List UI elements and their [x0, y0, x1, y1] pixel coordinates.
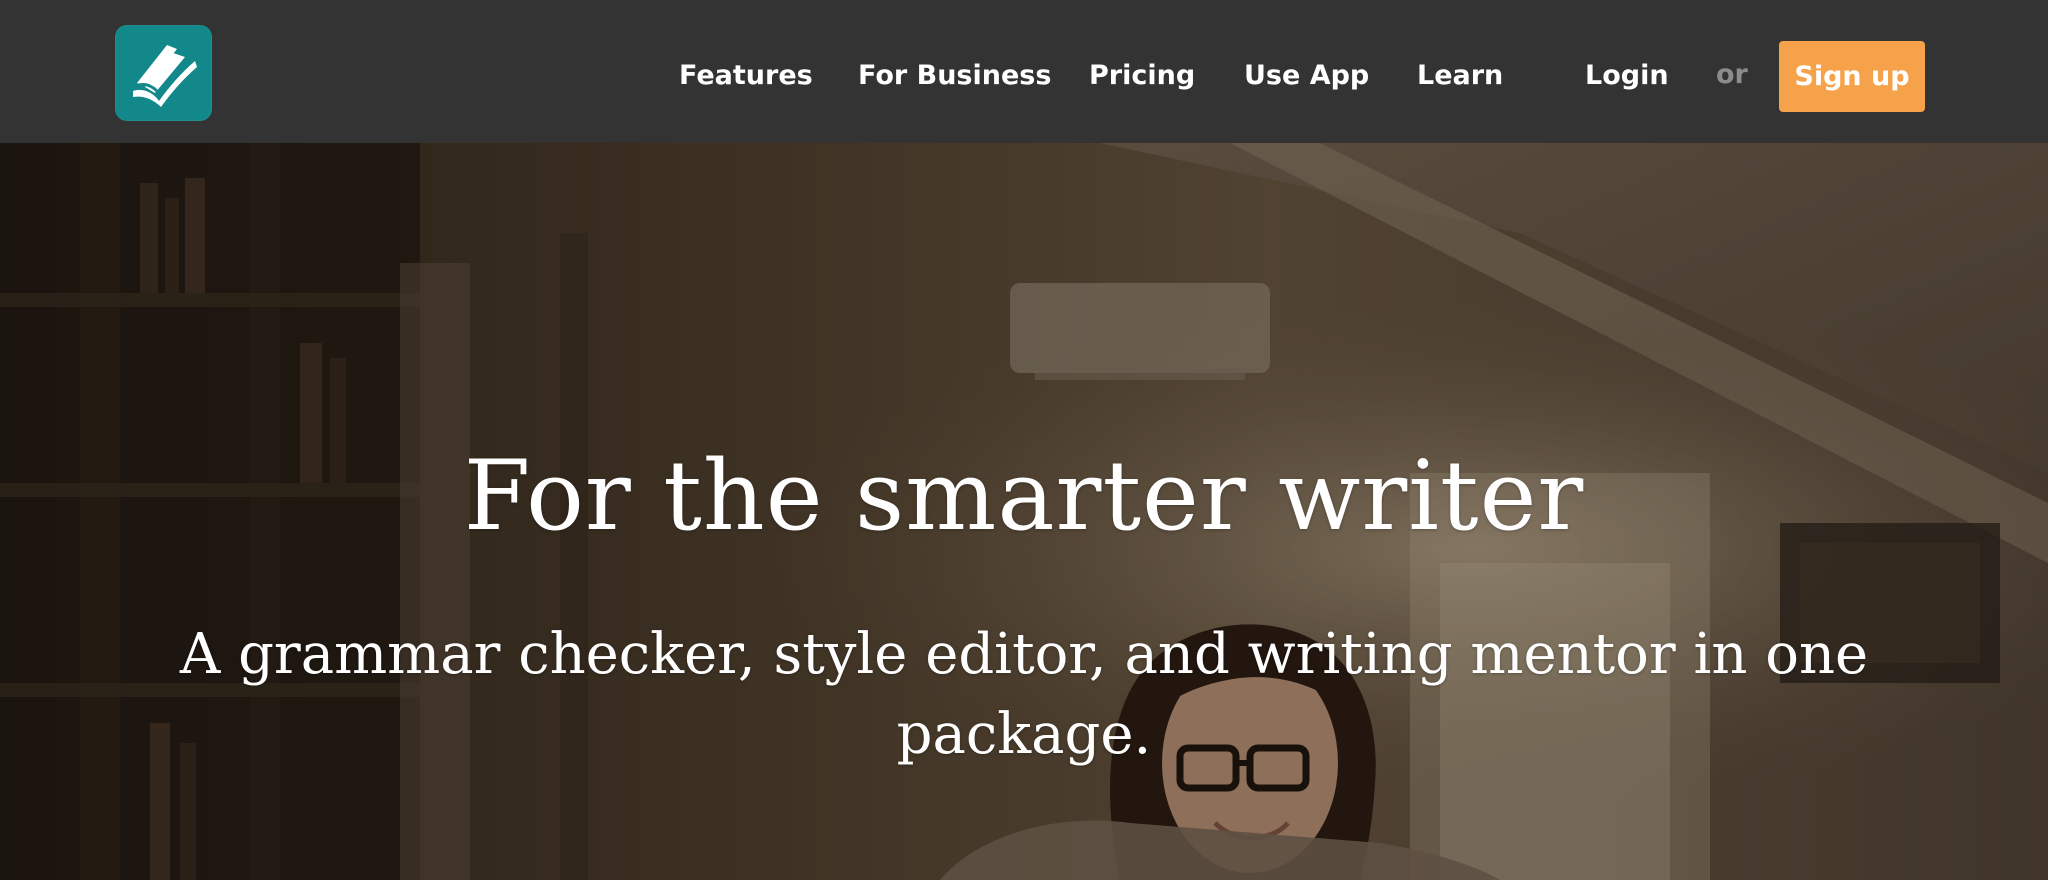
hero-title: For the smarter writer	[463, 440, 1585, 552]
nav-pricing[interactable]: Pricing	[1089, 58, 1195, 94]
hero-subtitle: A grammar checker, style editor, and wri…	[179, 622, 1869, 767]
nav-features[interactable]: Features	[679, 58, 813, 94]
brand-logo[interactable]	[115, 25, 212, 121]
login-link[interactable]: Login	[1585, 58, 1669, 94]
top-navbar: Features For Business Pricing Use App Le…	[0, 0, 2048, 143]
signup-button[interactable]: Sign up	[1779, 41, 1925, 112]
or-separator: or	[1716, 59, 1748, 90]
nav-for-business[interactable]: For Business	[858, 58, 1051, 94]
book-check-icon	[133, 45, 197, 107]
hero-section: For the smarter writer A grammar checker…	[0, 143, 2048, 880]
nav-learn[interactable]: Learn	[1417, 58, 1503, 94]
nav-use-app[interactable]: Use App	[1244, 58, 1369, 94]
